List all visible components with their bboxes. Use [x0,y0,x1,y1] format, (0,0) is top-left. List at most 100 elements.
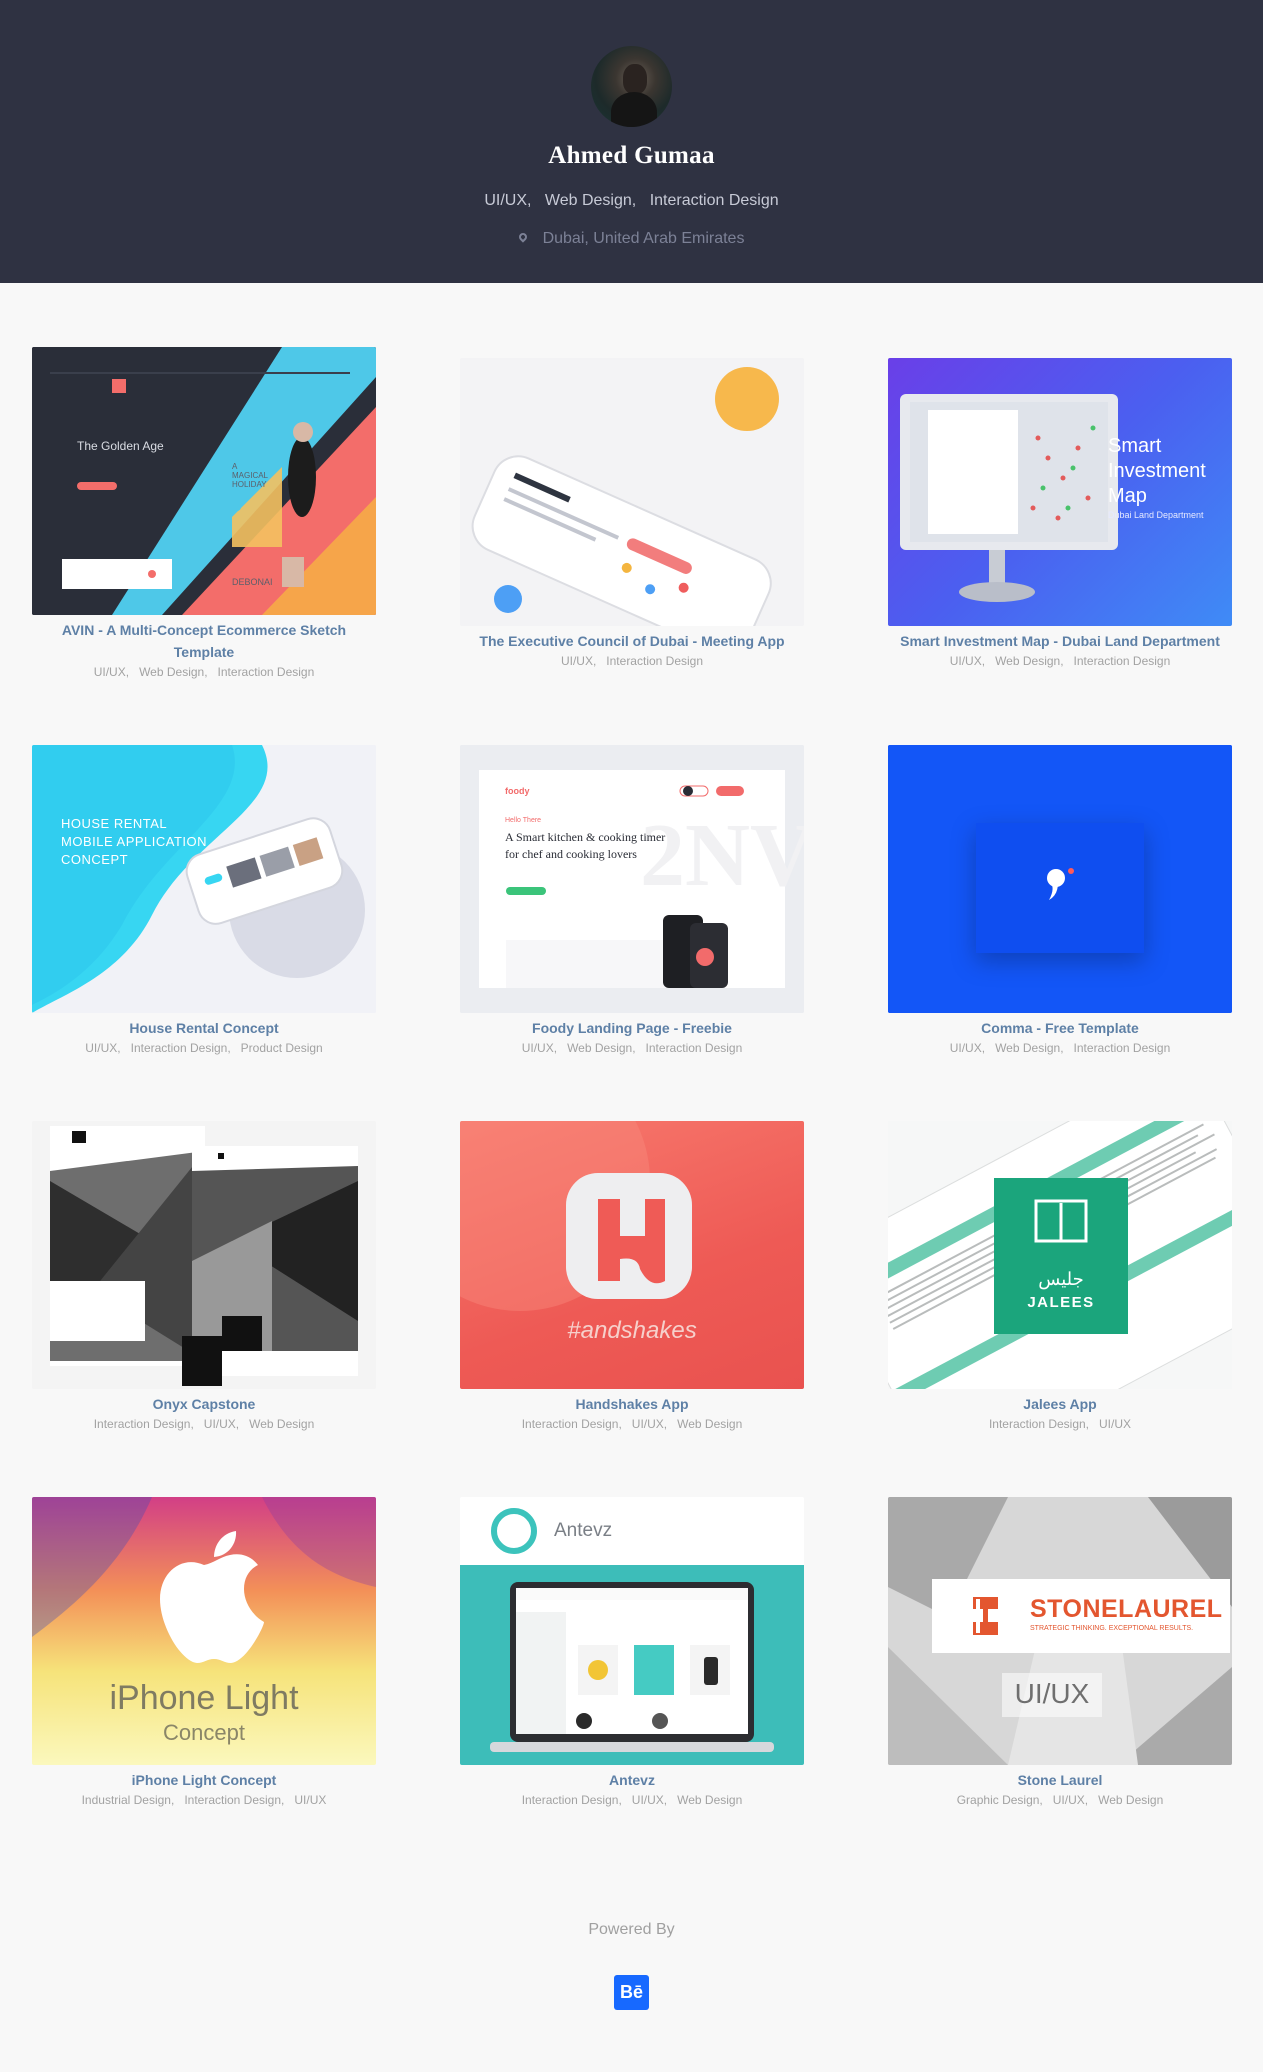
tag[interactable]: UI/UX, [94,665,129,679]
smart-map-title: Smart Investment Map [1108,434,1206,509]
tag[interactable]: UI/UX [1099,1417,1131,1431]
house-rental-line: CONCEPT [61,852,129,867]
project-tags: Interaction Design, UI/UX, Web Design [460,1793,804,1807]
tag[interactable]: Interaction Design [1074,654,1171,668]
house-rental-title: HOUSE RENTAL MOBILE APPLICATION CONCEPT [61,815,207,869]
iphone-light-subtitle: Concept [163,1720,245,1745]
tag[interactable]: UI/UX, [1053,1793,1088,1807]
avin-headline: The Golden Age [77,439,164,453]
project-title[interactable]: Foody Landing Page - Freebie [460,1017,804,1039]
avatar[interactable] [591,46,672,127]
project-thumbnail-house-rental[interactable]: HOUSE RENTAL MOBILE APPLICATION CONCEPT [32,745,376,1013]
tag[interactable]: Industrial Design, [82,1793,175,1807]
tag[interactable]: UI/UX [294,1793,326,1807]
project-tags: Graphic Design, UI/UX, Web Design [888,1793,1232,1807]
foody-greeting: Hello There [505,817,542,824]
behance-logo-icon[interactable]: Bē [614,1975,649,2010]
field-item[interactable]: UI/UX, [484,192,531,209]
project-thumbnail-comma[interactable] [888,745,1232,1013]
handshakes-wordmark: #andshakes [567,1317,697,1344]
project-thumbnail-avin[interactable]: The Golden Age A MAGICAL HOLIDAY DEBONAI [32,347,376,615]
project-thumbnail-council[interactable] [460,358,804,626]
handshakes-artwork [460,1121,692,1311]
tag[interactable]: Web Design [249,1417,314,1431]
tag[interactable]: Interaction Design [218,665,315,679]
location-pin-icon [516,231,529,243]
tag[interactable]: Interaction Design [606,654,703,668]
tag[interactable]: UI/UX, [632,1793,667,1807]
tag[interactable]: Interaction Design, [522,1417,622,1431]
project-thumbnail-onyx[interactable] [32,1121,376,1389]
jalees-arabic: جليس [1038,1269,1084,1289]
project-title[interactable]: Handshakes App [460,1393,804,1415]
tag[interactable]: Interaction Design, [131,1041,231,1055]
tag[interactable]: Interaction Design [646,1041,743,1055]
project-tags: Interaction Design, UI/UX [888,1417,1232,1431]
tag[interactable]: Web Design, [995,654,1063,668]
avatar-head [623,64,647,94]
avatar-body [611,92,657,127]
tag[interactable]: UI/UX, [632,1417,667,1431]
tag[interactable]: UI/UX, [950,654,985,668]
project-title[interactable]: House Rental Concept [32,1017,376,1039]
foody-headline: A Smart kitchen & cooking timer for chef… [505,830,666,861]
antevz-brand: Antevz [554,1520,613,1541]
tag[interactable]: Interaction Design, [989,1417,1089,1431]
onyx-artwork [32,1121,376,1389]
project-tags: UI/UX, Web Design, Interaction Design [32,665,376,679]
comma-artwork [888,745,1232,1013]
tag[interactable]: UI/UX, [85,1041,120,1055]
project-title[interactable]: AVIN - A Multi-Concept Ecommerce Sketch … [32,619,376,663]
project-thumbnail-foody[interactable]: 2NV foody Hello There A Smart kitchen & … [460,745,804,1013]
project-tags: UI/UX, Web Design, Interaction Design [888,654,1232,668]
project-title[interactable]: Comma - Free Template [888,1017,1232,1039]
house-rental-artwork [32,745,376,1013]
tag[interactable]: UI/UX, [950,1041,985,1055]
tag[interactable]: UI/UX, [561,654,596,668]
project-thumbnail-smart-map[interactable]: Smart Investment Map Dubai Land Departme… [888,358,1232,626]
tag[interactable]: Interaction Design, [184,1793,284,1807]
project-title[interactable]: Antevz [460,1769,804,1791]
tag[interactable]: Web Design [677,1417,742,1431]
tag[interactable]: Interaction Design, [94,1417,194,1431]
house-rental-line: MOBILE APPLICATION [61,834,208,849]
tag[interactable]: Web Design, [567,1041,635,1055]
tag[interactable]: UI/UX, [522,1041,557,1055]
foody-logo: foody [505,786,530,796]
project-title[interactable]: Smart Investment Map - Dubai Land Depart… [888,630,1232,652]
profile-fields: UI/UX, Web Design, Interaction Design [0,192,1263,210]
project-title[interactable]: Jalees App [888,1393,1232,1415]
project-tags: UI/UX, Web Design, Interaction Design [888,1041,1232,1055]
tag[interactable]: Interaction Design, [522,1793,622,1807]
tag[interactable]: UI/UX, [204,1417,239,1431]
avin-artwork [32,347,376,615]
tag[interactable]: Graphic Design, [957,1793,1043,1807]
project-thumbnail-iphone-light[interactable]: iPhone Light Concept [32,1497,376,1765]
smart-map-line: Investment [1108,460,1206,482]
field-item[interactable]: Interaction Design [650,192,779,209]
project-title[interactable]: iPhone Light Concept [32,1769,376,1791]
iphone-light-title: iPhone Light [109,1679,299,1717]
project-thumbnail-jalees[interactable]: جليس JALEES [888,1121,1232,1389]
project-title[interactable]: The Executive Council of Dubai - Meeting… [460,630,804,652]
project-thumbnail-antevz[interactable]: Antevz [460,1497,804,1765]
smart-map-line: Smart [1108,435,1162,457]
project-thumbnail-handshakes[interactable]: #andshakes [460,1121,804,1389]
project-tags: Industrial Design, Interaction Design, UI/… [32,1793,376,1807]
project-tags: Interaction Design, UI/UX, Web Design [32,1417,376,1431]
tag[interactable]: Web Design [1098,1793,1163,1807]
jalees-latin: JALEES [1027,1294,1095,1311]
tag[interactable]: Web Design, [139,665,207,679]
project-tags: UI/UX, Interaction Design [460,654,804,668]
tag[interactable]: Web Design [677,1793,742,1807]
stone-laurel-brand: STONELAUREL [1030,1595,1223,1623]
tag[interactable]: Web Design, [995,1041,1063,1055]
project-title[interactable]: Onyx Capstone [32,1393,376,1415]
tag[interactable]: Interaction Design [1074,1041,1171,1055]
tag[interactable]: Product Design [241,1041,323,1055]
project-title[interactable]: Stone Laurel [888,1769,1232,1791]
project-thumbnail-stone-laurel[interactable]: STONELAUREL STRATEGIC THINKING. EXCEPTIO… [888,1497,1232,1765]
avin-corner-text: DEBONAI [232,577,273,587]
field-item[interactable]: Web Design, [545,192,636,209]
jalees-artwork [888,1121,1232,1389]
